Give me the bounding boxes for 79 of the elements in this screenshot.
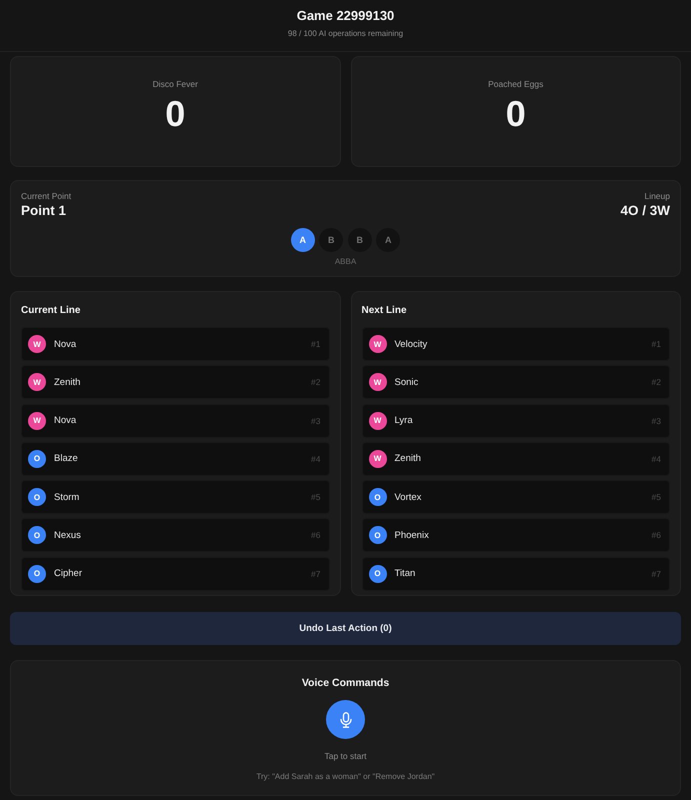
pattern-step[interactable]: A <box>376 228 400 252</box>
player-number: #7 <box>652 568 661 579</box>
player-row[interactable]: O Cipher #7 <box>21 556 330 591</box>
current-point-value: Point 1 <box>21 202 66 220</box>
gender-badge: O <box>368 564 386 583</box>
player-number: #5 <box>652 492 661 502</box>
gender-badge: O <box>28 564 46 583</box>
team-name: Disco Fever <box>152 78 198 90</box>
mic-icon <box>340 712 352 728</box>
player-row[interactable]: W Nova #1 <box>21 327 330 361</box>
player-name: Zenith <box>54 376 80 388</box>
player-name: Titan <box>394 568 416 580</box>
player-row[interactable]: O Titan #7 <box>362 556 670 591</box>
player-name: Blaze <box>54 453 78 464</box>
player-row[interactable]: O Nexus #6 <box>21 518 330 552</box>
player-row[interactable]: W Nova #3 <box>21 404 330 438</box>
player-number: #4 <box>652 454 661 464</box>
player-number: #6 <box>311 530 320 540</box>
operations-remaining: 98 / 100 AI operations remaining <box>288 28 404 40</box>
gender-badge: W <box>368 373 386 392</box>
lineup-label: Lineup <box>644 190 670 202</box>
gender-badge: W <box>28 412 46 430</box>
player-name: Nova <box>54 415 76 426</box>
gender-badge: O <box>368 488 386 506</box>
player-row[interactable]: O Storm #5 <box>21 480 330 514</box>
pattern-step[interactable]: B <box>348 228 372 252</box>
player-name: Nova <box>54 338 76 350</box>
gender-badge: O <box>28 526 46 544</box>
undo-button[interactable]: Undo Last Action (0) <box>10 612 681 645</box>
player-number: #3 <box>311 416 320 426</box>
player-row[interactable]: W Velocity #1 <box>362 327 670 361</box>
player-name: Zenith <box>394 453 421 464</box>
player-row[interactable]: O Phoenix #6 <box>362 518 670 552</box>
line-title: Current Line <box>21 304 82 318</box>
player-number: #2 <box>652 377 661 388</box>
player-name: Cipher <box>54 568 82 580</box>
line-title: Next Line <box>362 304 408 318</box>
player-number: #1 <box>311 339 320 349</box>
player-number: #3 <box>652 416 661 426</box>
gender-badge: W <box>28 335 46 353</box>
pattern-label: ABBA <box>334 257 356 267</box>
game-title: Game 22999130 <box>296 8 394 24</box>
lineup-value: 4O / 3W <box>620 202 670 220</box>
player-number: #6 <box>652 530 661 540</box>
gender-badge: W <box>368 412 386 430</box>
gender-badge: W <box>368 335 386 353</box>
player-name: Velocity <box>394 338 428 350</box>
team-score: 0 <box>165 94 186 134</box>
player-row[interactable]: W Zenith #4 <box>362 442 670 476</box>
tap-hint: Tap to start <box>324 750 367 762</box>
gender-badge: O <box>28 488 46 506</box>
player-number: #2 <box>311 377 320 388</box>
mic-button[interactable] <box>326 700 365 739</box>
player-name: Storm <box>54 492 80 503</box>
player-row[interactable]: W Sonic #2 <box>362 365 670 400</box>
voice-title: Voice Commands <box>302 676 390 690</box>
gender-badge: O <box>28 450 46 468</box>
player-number: #1 <box>652 339 661 349</box>
team-score: 0 <box>506 94 526 134</box>
current-point-label: Current Point <box>21 190 72 202</box>
player-number: #5 <box>311 492 320 502</box>
player-number: #7 <box>311 568 320 579</box>
gender-badge: W <box>28 373 46 392</box>
player-row[interactable]: O Vortex #5 <box>362 480 670 514</box>
player-name: Lyra <box>394 415 413 426</box>
player-row[interactable]: O Blaze #4 <box>21 442 330 476</box>
team-name: Poached Eggs <box>488 78 544 90</box>
player-name: Phoenix <box>394 530 429 541</box>
player-name: Nexus <box>54 530 81 541</box>
player-name: Vortex <box>394 492 422 503</box>
player-name: Sonic <box>394 376 418 388</box>
player-row[interactable]: W Zenith #2 <box>21 365 330 400</box>
player-row[interactable]: W Lyra #3 <box>362 404 670 438</box>
gender-badge: O <box>368 526 386 544</box>
player-number: #4 <box>311 454 320 464</box>
example-hint: Try: "Add Sarah as a woman" or "Remove Jordan" <box>256 772 435 782</box>
pattern-step[interactable]: B <box>319 228 344 252</box>
gender-badge: W <box>368 450 386 468</box>
pattern-step[interactable]: A <box>290 228 315 252</box>
